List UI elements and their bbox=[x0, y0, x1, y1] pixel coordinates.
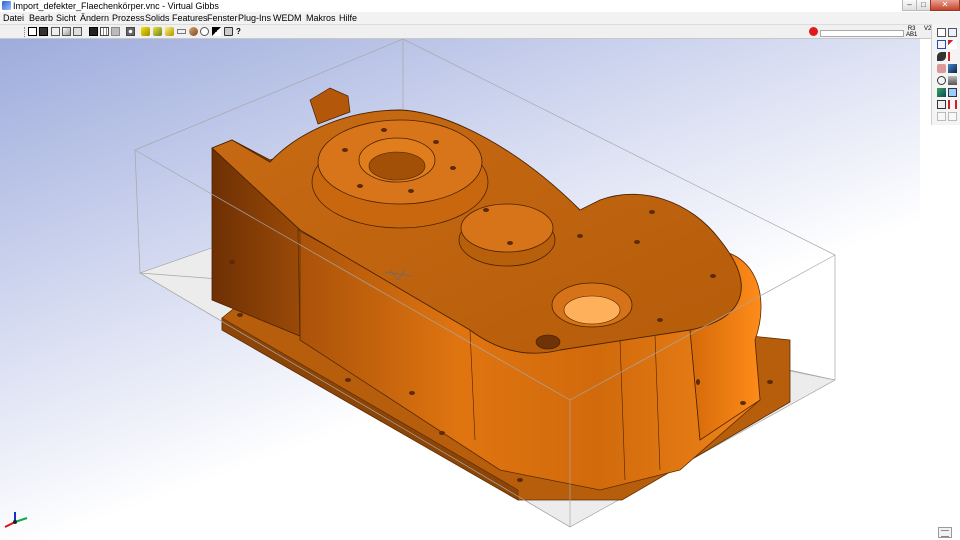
xyz-triad-icon bbox=[4, 512, 28, 528]
doc-icon[interactable] bbox=[948, 28, 957, 37]
menu-aendern[interactable]: Ändern bbox=[80, 12, 109, 24]
view-wireframe-icon[interactable] bbox=[28, 27, 37, 36]
new-page-icon[interactable] bbox=[937, 28, 946, 37]
view-icon[interactable] bbox=[948, 88, 957, 97]
menu-makros[interactable]: Makros bbox=[306, 12, 336, 24]
menu-plugins[interactable]: Plug-Ins bbox=[238, 12, 271, 24]
readout-r: R3 AB1 bbox=[906, 26, 917, 38]
menu-bearb[interactable]: Bearb bbox=[29, 12, 53, 24]
menu-datei[interactable]: Datei bbox=[3, 12, 24, 24]
bore-inner bbox=[368, 151, 426, 181]
render-icon[interactable] bbox=[189, 27, 198, 36]
menu-bar: Datei Bearb Sicht Ändern Prozess Solids … bbox=[0, 12, 960, 24]
menu-prozess[interactable]: Prozess bbox=[112, 12, 145, 24]
menu-fenster[interactable]: Fenster bbox=[207, 12, 238, 24]
progress-bar bbox=[820, 30, 904, 37]
view-top-icon[interactable] bbox=[51, 27, 60, 36]
view-hidden-icon[interactable] bbox=[39, 27, 48, 36]
maximize-button[interactable]: □ bbox=[916, 0, 931, 11]
select-box-icon[interactable] bbox=[937, 40, 946, 49]
stop-icon[interactable] bbox=[809, 27, 818, 36]
camera-icon[interactable] bbox=[224, 27, 233, 36]
view-front-icon[interactable] bbox=[73, 27, 82, 36]
light-icon[interactable] bbox=[165, 27, 174, 36]
toolpath-icon[interactable] bbox=[937, 76, 946, 85]
small-boss-top bbox=[460, 203, 554, 253]
sphere-icon[interactable] bbox=[937, 64, 946, 73]
zoom-icon[interactable] bbox=[126, 27, 135, 36]
solid-icon[interactable] bbox=[153, 27, 162, 36]
graphics-viewport[interactable] bbox=[0, 39, 920, 540]
window-title: Import_defekter_Flaechenkörper.vnc - Vir… bbox=[13, 1, 219, 11]
menu-hilfe[interactable]: Hilfe bbox=[339, 12, 357, 24]
flat-icon[interactable] bbox=[177, 29, 186, 34]
minimize-button[interactable]: – bbox=[902, 0, 917, 11]
eye-icon[interactable] bbox=[200, 27, 209, 36]
readout-r-line2: AB1 bbox=[906, 32, 918, 38]
right-tool-palette bbox=[931, 24, 960, 125]
select-arrow-icon[interactable] bbox=[948, 40, 957, 49]
menu-wedm[interactable]: WEDM bbox=[273, 12, 302, 24]
toolbar-grip[interactable] bbox=[24, 27, 27, 37]
status-panel-icon[interactable] bbox=[938, 527, 952, 538]
undo-icon[interactable] bbox=[937, 112, 946, 121]
layer-icon[interactable] bbox=[937, 88, 946, 97]
side-bore bbox=[535, 334, 561, 350]
help-pointer-icon[interactable]: ? bbox=[236, 27, 245, 36]
shade-icon[interactable] bbox=[141, 27, 150, 36]
cutter-icon[interactable] bbox=[948, 76, 957, 85]
redo-icon[interactable] bbox=[948, 112, 957, 121]
menu-solids[interactable]: Solids bbox=[145, 12, 170, 24]
app-icon bbox=[2, 1, 11, 10]
pocket-inner bbox=[563, 295, 621, 325]
toolbar: ? R3 AB1 V24 bbox=[0, 24, 960, 39]
view-iso-icon[interactable] bbox=[62, 27, 71, 36]
dimension-icon[interactable] bbox=[937, 100, 946, 109]
measure-icon[interactable] bbox=[948, 100, 957, 109]
close-button[interactable]: ✕ bbox=[930, 0, 960, 11]
surface-icon[interactable] bbox=[948, 64, 957, 73]
paint-icon[interactable] bbox=[937, 52, 946, 61]
curve-icon[interactable] bbox=[948, 52, 957, 61]
scene-canvas[interactable] bbox=[0, 39, 920, 540]
menu-sicht[interactable]: Sicht bbox=[56, 12, 76, 24]
view-side-icon[interactable] bbox=[89, 27, 98, 36]
color-icon[interactable] bbox=[111, 27, 120, 36]
pointer-icon[interactable] bbox=[212, 27, 221, 36]
menu-features[interactable]: Features bbox=[172, 12, 208, 24]
grid-icon[interactable] bbox=[100, 27, 109, 36]
